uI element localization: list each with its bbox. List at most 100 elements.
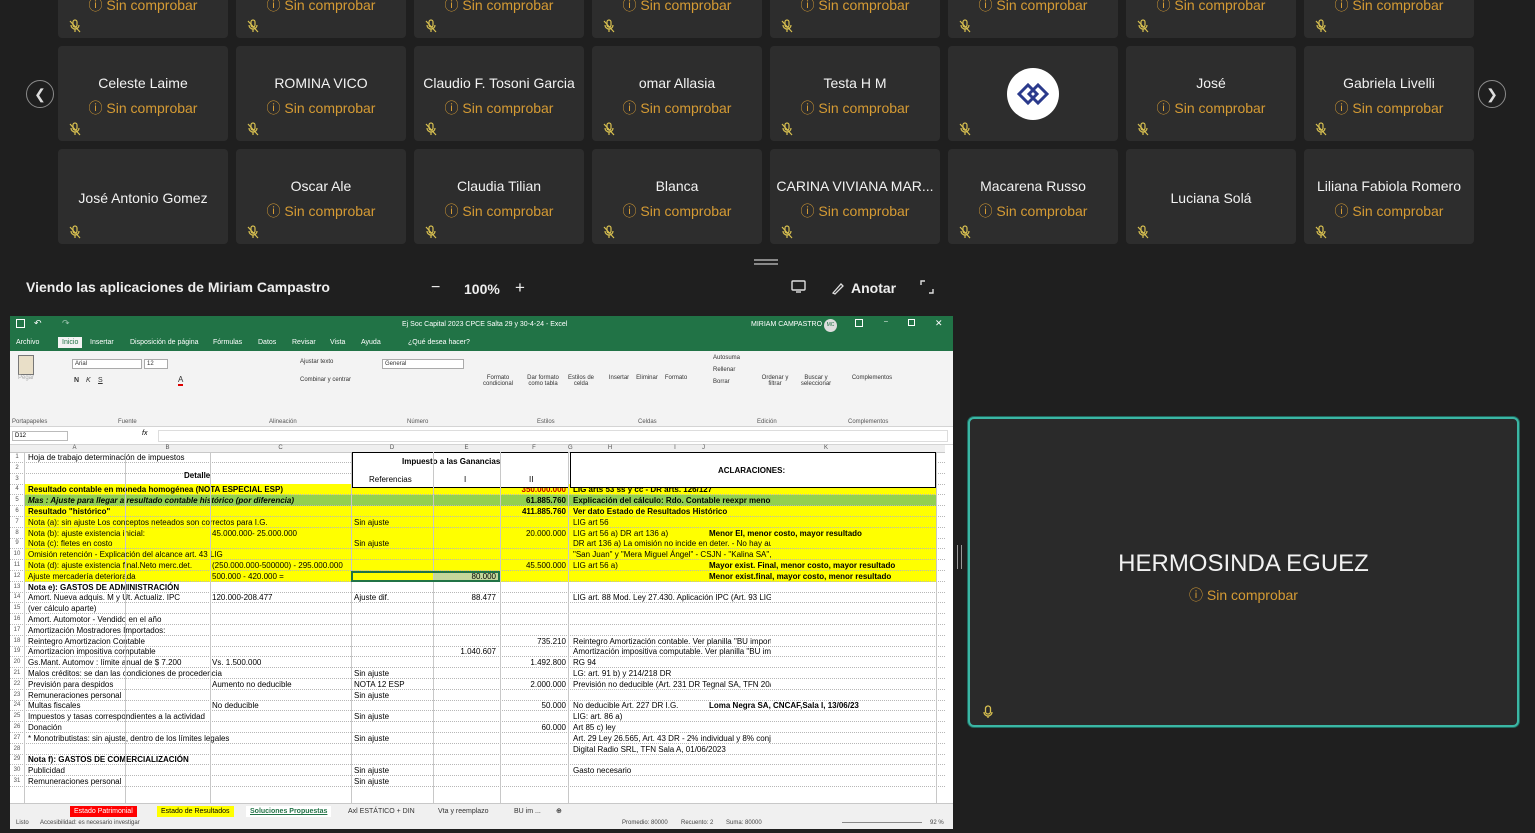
column-header[interactable]: D [351,445,433,451]
participant-tile[interactable]: ⓘ Sin comprobar [236,0,406,38]
prev-page-button[interactable]: ❮ [26,80,54,108]
table-row[interactable]: 10 Omisión retención - Explicación del al… [10,549,945,561]
row-number[interactable]: 7 [10,519,24,525]
font-color-button[interactable]: A [178,375,184,386]
cell-f[interactable]: 61.885.760 [502,495,568,506]
ribbon-tab[interactable]: Ayuda [361,339,381,346]
cell-d[interactable]: Sin ajuste [352,711,432,722]
table-row[interactable]: 11 Nota (d): ajuste existencia final.Neto… [10,560,945,571]
cell-h[interactable]: Art 85 c) ley [571,722,771,733]
annotate-button[interactable]: Anotar [831,280,896,296]
table-row[interactable]: 21 Malos créditos: se dan las condiciones… [10,668,945,679]
underline-button[interactable]: S [98,377,103,384]
ribbon-tab[interactable]: Insertar [90,339,114,346]
participant-tile[interactable]: José ⓘ Sin comprobar [1126,46,1296,141]
cell-h[interactable]: RG 94 [571,657,771,668]
ribbon-tab[interactable]: Fórmulas [213,339,242,346]
ribbon-tab[interactable]: Vista [330,339,345,346]
row-number[interactable]: 10 [10,551,24,557]
paste-button[interactable]: Pegar [14,355,38,381]
formula-input[interactable] [158,430,948,442]
number-format-select[interactable]: General [382,359,464,369]
sheet-tab[interactable]: Estado de Resultados [157,806,234,817]
table-row[interactable]: 14 Amort. Nueva adquis. M y Ut. Actualiz.… [10,592,945,604]
wrap-text-button[interactable]: Ajustar texto [300,359,333,365]
find-select-button[interactable]: Buscar y seleccionar [794,375,838,387]
resize-handle[interactable] [754,259,778,265]
participant-tile[interactable]: ⓘ Sin comprobar [414,0,584,38]
row-number[interactable]: 19 [10,648,24,654]
participant-tile[interactable]: Testa H M ⓘ Sin comprobar [770,46,940,141]
column-header[interactable]: B [125,445,210,451]
cell-a[interactable]: Impuestos y tasas correspondientes a la … [26,711,351,722]
row-number[interactable]: 1 [10,454,24,460]
cell-f[interactable]: 2.000.000 [502,679,568,690]
cell-h[interactable]: LIG: art. 86 a) [571,711,771,722]
participant-tile[interactable]: ROMINA VICO ⓘ Sin comprobar [236,46,406,141]
cell-a[interactable]: Nota (c): fletes en costo [26,538,351,549]
participant-tile[interactable]: CARINA VIVIANA MAR... ⓘ Sin comprobar [770,149,940,244]
cell-h[interactable]: LIG art. 88 Mod. Ley 27.430. Aplicación … [571,592,771,603]
ribbon-display-icon[interactable] [855,319,863,327]
row-number[interactable]: 20 [10,659,24,665]
cell-d[interactable]: Sin ajuste [352,690,432,701]
autosum-button[interactable]: Autosuma [713,355,740,361]
cell-k[interactable]: Loma Negra SA, CNCAF,Sala I, 13/06/23 [707,700,937,711]
next-page-button[interactable]: ❯ [1478,80,1506,108]
row-number[interactable]: 27 [10,735,24,741]
cell-a[interactable]: Mas : Ajuste para llegar a resultado con… [26,495,351,506]
cell-a[interactable]: Nota e): GASTOS DE ADMINISTRACIÓN [26,582,351,593]
column-header[interactable]: C [210,445,351,451]
cell-a[interactable]: Donación [26,722,351,733]
participant-tile[interactable]: Gabriela Livelli ⓘ Sin comprobar [1304,46,1474,141]
save-icon[interactable] [16,319,25,328]
cell-a[interactable]: Malos créditos: se dan las condiciones d… [26,668,351,679]
participant-tile[interactable]: ⓘ Sin comprobar [58,0,228,38]
row-number[interactable]: 4 [10,486,24,492]
splitter-handle[interactable] [957,545,962,569]
row-number[interactable]: 13 [10,584,24,590]
cell-d[interactable]: Sin ajuste [352,776,432,787]
sheet-tab[interactable]: Soluciones Propuestas [246,806,332,817]
row-number[interactable]: 3 [10,476,24,482]
table-row[interactable]: 19 Amortizacion impositiva computable 1.04… [10,646,945,658]
participant-tile[interactable] [948,46,1118,141]
cell-a[interactable]: Omisión retención - Explicación del alca… [26,549,351,560]
cell-h[interactable]: Digital Radio SRL, TFN Sala A, 01/06/202… [571,744,771,755]
row-number[interactable]: 22 [10,681,24,687]
row-number[interactable]: 30 [10,767,24,773]
row-number[interactable]: 5 [10,497,24,503]
cell-a[interactable]: Remuneraciones personal [26,776,351,787]
cell-k[interactable]: Menor exist.final, mayor costo, menor re… [707,571,937,582]
row-number[interactable]: 6 [10,508,24,514]
zoom-slider[interactable] [842,822,922,823]
zoom-out-button[interactable]: − [431,279,440,297]
ribbon-tab[interactable]: Inicio [58,337,83,348]
cell-h[interactable]: Explicación del cálculo: Rdo. Contable r… [571,495,771,506]
ribbon-tab[interactable]: Disposición de página [130,339,199,346]
cell-h[interactable]: DR art 136 a) La omisión no incide en de… [571,538,771,549]
restore-icon[interactable] [908,319,915,326]
row-number[interactable]: 15 [10,605,24,611]
zoom-in-button[interactable]: + [515,278,525,298]
table-row[interactable]: 20 Gs.Mant. Automov : límite anual de $ 7… [10,657,945,669]
ribbon-tab[interactable]: ¿Qué desea hacer? [408,339,470,346]
sheet-tab[interactable]: Vta y reemplazo [434,806,493,817]
row-number[interactable]: 2 [10,465,24,471]
cell-d[interactable]: Sin ajuste [352,668,432,679]
cell-e[interactable]: 1.040.607 [434,646,498,657]
participant-tile[interactable]: omar Allasia ⓘ Sin comprobar [592,46,762,141]
column-header[interactable]: A [24,445,125,451]
row-number[interactable]: 29 [10,756,24,762]
cell-h[interactable]: Previsión no deducible (Art. 231 DR Tegn… [571,679,771,690]
add-sheet-icon[interactable]: ⊕ [552,806,566,817]
cell-a[interactable]: Nota (a): sin ajuste Los conceptos netea… [26,517,351,528]
addins-button[interactable]: Complementos [844,375,900,381]
cell-f[interactable]: 20.000.000 [502,528,568,539]
table-row[interactable]: 6 Resultado "histórico" 411.885.760 Ver dat… [10,506,945,517]
insert-cells-button[interactable]: Insertar [606,375,632,381]
merge-center-button[interactable]: Combinar y centrar [300,377,351,383]
cell-h[interactable]: Amortización impositiva computable. Ver … [571,646,771,657]
row-number[interactable]: 25 [10,713,24,719]
cell-h[interactable]: Reintegro Amortización contable. Ver pla… [571,636,771,647]
